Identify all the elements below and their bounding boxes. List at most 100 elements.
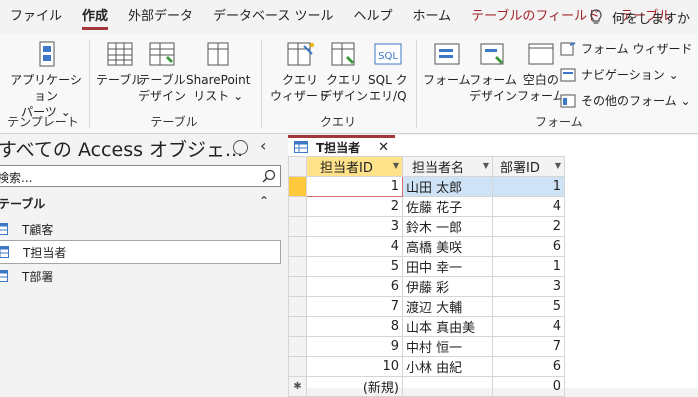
form-button[interactable]: フォーム <box>423 38 471 88</box>
cell-dept-id[interactable]: 4 <box>492 316 565 337</box>
search-icon[interactable] <box>262 169 276 183</box>
cell-dept-id[interactable]: 1 <box>492 176 565 197</box>
cell-staff-id[interactable]: 5 <box>306 256 403 277</box>
query-design-button[interactable]: クエリ デザイン <box>320 38 368 104</box>
tab-file[interactable]: ファイル <box>0 0 72 34</box>
column-dropdown-icon[interactable]: ▼ <box>555 161 561 170</box>
nav-item-t-staff[interactable]: T担当者 <box>0 240 281 264</box>
cell-dept-id[interactable]: 3 <box>492 276 565 297</box>
record-selector[interactable] <box>288 216 307 237</box>
cell-dept-id[interactable]: 6 <box>492 236 565 257</box>
column-header-staff-id[interactable]: 担当者ID ▼ <box>306 156 403 177</box>
datasheet-grid: 担当者ID ▼ 担当者名 ▼ 部署ID ▼ 1 山田 太郎 1 2 佐藤 花子 4 3 鈴木 一郎 2… <box>288 156 565 397</box>
tab-database-tools[interactable]: データベース ツール <box>203 0 343 34</box>
cell-dept-id[interactable]: 7 <box>492 336 565 357</box>
application-parts-button[interactable]: アプリケーション パーツ ⌄ <box>6 38 86 120</box>
record-selector[interactable] <box>288 296 307 317</box>
table-row[interactable]: 3 鈴木 一郎 2 <box>288 216 565 237</box>
cell-staff-id[interactable]: 10 <box>306 356 403 377</box>
tab-home[interactable]: ホーム <box>403 0 462 34</box>
table-row[interactable]: 1 山田 太郎 1 <box>288 176 565 197</box>
table-row[interactable]: 5 田中 幸一 1 <box>288 256 565 277</box>
cell-staff-name[interactable]: 伊藤 彩 <box>402 276 493 297</box>
record-selector[interactable] <box>288 256 307 277</box>
select-all-cell[interactable] <box>288 156 307 177</box>
cell-staff-name[interactable]: 田中 幸一 <box>402 256 493 277</box>
table-row[interactable]: 2 佐藤 花子 4 <box>288 196 565 217</box>
column-dropdown-icon[interactable]: ▼ <box>483 161 489 170</box>
table-button[interactable]: テーブル <box>96 38 143 88</box>
cell-staff-name[interactable]: 小林 由紀 <box>402 356 493 377</box>
cell-staff-id[interactable]: 6 <box>306 276 403 297</box>
nav-section-tables[interactable]: テーブル ⌃ <box>0 193 285 213</box>
record-selector[interactable] <box>288 276 307 297</box>
cell-new-name[interactable] <box>402 376 493 397</box>
cell-dept-id[interactable]: 5 <box>492 296 565 317</box>
cell-dept-id[interactable]: 4 <box>492 196 565 217</box>
record-selector[interactable] <box>288 336 307 357</box>
cell-staff-name[interactable]: 鈴木 一郎 <box>402 216 493 237</box>
group-forms-label: フォーム <box>535 115 583 129</box>
cell-staff-name[interactable]: 渡辺 大輔 <box>402 296 493 317</box>
record-selector[interactable] <box>288 236 307 257</box>
table-row[interactable]: 4 高橋 美咲 6 <box>288 236 565 257</box>
table-object-icon <box>0 223 8 235</box>
table-row[interactable]: 9 中村 恒一 7 <box>288 336 565 357</box>
nav-search-placeholder: 検索... <box>0 171 33 185</box>
nav-menu-circle-icon[interactable] <box>233 140 248 155</box>
cell-new-id[interactable]: (新規) <box>306 376 403 397</box>
cell-dept-id[interactable]: 6 <box>492 356 565 377</box>
tab-help[interactable]: ヘルプ <box>344 0 403 34</box>
shutter-bar-close-icon[interactable]: ‹ <box>260 136 266 155</box>
blank-form-button[interactable]: 空白の フォーム <box>517 38 565 104</box>
close-icon[interactable]: ✕ <box>378 140 389 155</box>
cell-dept-id[interactable]: 2 <box>492 216 565 237</box>
record-selector[interactable] <box>288 356 307 377</box>
cell-staff-id[interactable]: 3 <box>306 216 403 237</box>
cell-staff-name[interactable]: 山田 太郎 <box>402 176 493 197</box>
cell-staff-name[interactable]: 中村 恒一 <box>402 336 493 357</box>
nav-header[interactable]: すべての Access オブジェ... ‹ <box>0 135 285 161</box>
cell-staff-id[interactable]: 9 <box>306 336 403 357</box>
document-tab-t-staff[interactable]: T担当者 ✕ <box>288 135 395 156</box>
record-selector[interactable] <box>288 316 307 337</box>
nav-item-t-department[interactable]: T部署 <box>0 264 281 288</box>
column-header-staff-name[interactable]: 担当者名 ▼ <box>402 156 493 177</box>
cell-dept-id[interactable]: 1 <box>492 256 565 277</box>
tell-me-box[interactable]: 何をしますか <box>588 0 698 34</box>
table-row[interactable]: 7 渡辺 大輔 5 <box>288 296 565 317</box>
record-selector[interactable] <box>288 176 307 197</box>
navigation-button[interactable]: ナビゲーション ⌄ <box>560 66 679 83</box>
cell-staff-name[interactable]: 高橋 美咲 <box>402 236 493 257</box>
table-row[interactable]: 6 伊藤 彩3 <box>288 276 565 297</box>
nav-item-t-customer[interactable]: T顧客 <box>0 217 281 241</box>
navigation-pane: すべての Access オブジェ... ‹ 検索... テーブル ⌃ T顧客 T… <box>0 135 285 388</box>
cell-staff-name[interactable]: 佐藤 花子 <box>402 196 493 217</box>
cell-staff-id[interactable]: 7 <box>306 296 403 317</box>
new-record-row[interactable]: ✱ (新規) 0 <box>288 376 565 397</box>
column-header-dept-id[interactable]: 部署ID ▼ <box>492 156 565 177</box>
column-dropdown-icon[interactable]: ▼ <box>393 161 399 170</box>
cell-staff-id[interactable]: 8 <box>306 316 403 337</box>
record-selector[interactable] <box>288 196 307 217</box>
sharepoint-list-button[interactable]: SharePoint リスト ⌄ <box>186 38 250 104</box>
cell-staff-id[interactable]: 4 <box>306 236 403 257</box>
collapse-section-icon[interactable]: ⌃ <box>259 194 269 208</box>
sharepoint-list-label: SharePoint リスト ⌄ <box>186 73 251 103</box>
cell-new-dept[interactable]: 0 <box>492 376 565 397</box>
new-record-marker-icon[interactable]: ✱ <box>288 376 307 397</box>
more-forms-button[interactable]: その他のフォーム ⌄ <box>560 92 691 109</box>
tab-external-data[interactable]: 外部データ <box>118 0 203 34</box>
form-wizard-icon <box>560 41 576 55</box>
table-row[interactable]: 8 山本 真由美 4 <box>288 316 565 337</box>
table-row[interactable]: 10 小林 由紀 6 <box>288 356 565 377</box>
cell-staff-name[interactable]: 山本 真由美 <box>402 316 493 337</box>
nav-search-input[interactable]: 検索... <box>0 165 281 187</box>
tab-create[interactable]: 作成 <box>72 0 118 34</box>
cell-staff-id[interactable]: 1 <box>306 176 403 197</box>
form-design-button[interactable]: フォーム デザイン <box>469 38 517 104</box>
table-design-button[interactable]: テーブル デザイン <box>138 38 186 104</box>
cell-staff-id[interactable]: 2 <box>306 196 403 217</box>
sql-query-button[interactable]: SQL SQL ク エリ/Q <box>368 38 408 104</box>
form-wizard-button[interactable]: フォーム ウィザード <box>560 40 692 57</box>
